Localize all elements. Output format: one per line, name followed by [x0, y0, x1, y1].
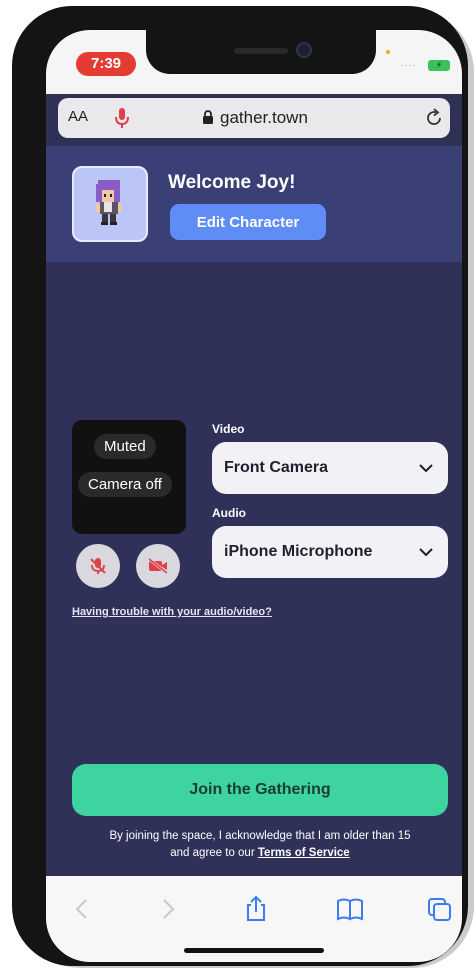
video-select-value: Front Camera — [224, 459, 329, 476]
muted-badge: Muted — [94, 434, 156, 459]
forward-icon[interactable] — [154, 896, 182, 922]
character-sprite — [96, 180, 122, 225]
audio-select[interactable]: iPhone Microphone — [212, 526, 448, 578]
address-bar[interactable]: AA gather.town — [58, 98, 450, 138]
video-select[interactable]: Front Camera — [212, 442, 448, 494]
back-icon[interactable] — [68, 896, 96, 922]
disclaimer-prefix: and agree to our — [170, 847, 255, 859]
toggle-camera-button[interactable] — [136, 544, 180, 588]
av-help-link[interactable]: Having trouble with your audio/video? — [72, 606, 272, 618]
front-camera-lens — [296, 42, 312, 58]
phone-frame: 7:39 .... ⚡ AA gather.town Welcome Joy! … — [12, 6, 468, 966]
url-text: gather.town — [220, 108, 308, 127]
microphone-icon[interactable] — [114, 107, 130, 129]
welcome-title: Welcome Joy! — [168, 172, 296, 193]
disclaimer-line-2: and agree to our Terms of Service — [66, 845, 454, 862]
reload-icon[interactable] — [424, 108, 444, 128]
bookmarks-icon[interactable] — [336, 896, 364, 922]
video-label: Video — [212, 422, 245, 436]
web-content: Welcome Joy! Edit Character Muted Camera… — [46, 146, 462, 876]
camera-preview: Muted Camera off — [72, 420, 186, 534]
chevron-down-icon — [419, 548, 433, 557]
camera-off-badge: Camera off — [78, 472, 172, 497]
text-size-button[interactable]: AA — [68, 108, 88, 125]
status-time: 7:39 — [76, 52, 136, 76]
join-gathering-button[interactable]: Join the Gathering — [72, 764, 448, 816]
camera-off-icon — [148, 557, 168, 575]
notch — [146, 30, 376, 74]
battery-charging-icon: ⚡ — [428, 60, 450, 71]
tabs-icon[interactable] — [426, 896, 454, 922]
lock-icon — [203, 110, 213, 124]
status-bar: 7:39 .... ⚡ AA gather.town — [46, 30, 462, 138]
microphone-muted-icon — [90, 558, 106, 574]
speaker — [234, 48, 288, 54]
edit-character-button[interactable]: Edit Character — [170, 204, 326, 240]
audio-label: Audio — [212, 506, 246, 520]
disclaimer-line-1: By joining the space, I acknowledge that… — [109, 830, 411, 842]
age-disclaimer: By joining the space, I acknowledge that… — [66, 828, 454, 862]
chevron-down-icon — [419, 464, 433, 473]
home-indicator[interactable] — [184, 948, 324, 953]
privacy-indicator-dot — [386, 50, 390, 54]
character-avatar — [72, 166, 148, 242]
phone-screen: 7:39 .... ⚡ AA gather.town Welcome Joy! … — [46, 30, 462, 962]
toggle-microphone-button[interactable] — [76, 544, 120, 588]
terms-of-service-link[interactable]: Terms of Service — [258, 847, 350, 859]
audio-select-value: iPhone Microphone — [224, 543, 373, 560]
share-icon[interactable] — [242, 896, 270, 922]
welcome-header: Welcome Joy! Edit Character — [46, 146, 462, 262]
text-size-label: AA — [68, 108, 89, 125]
signal-indicator: .... — [401, 58, 417, 69]
